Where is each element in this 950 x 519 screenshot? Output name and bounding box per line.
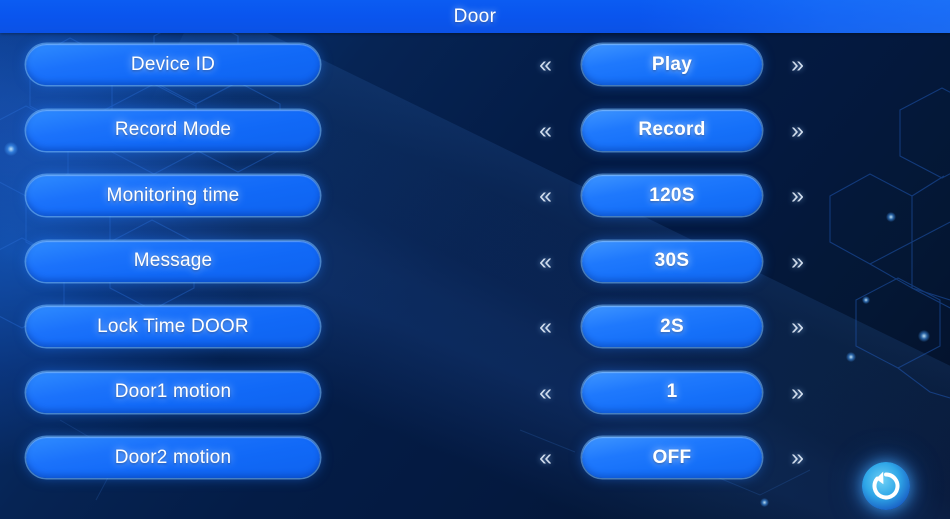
chevron-right-glyph: » (791, 182, 804, 208)
chevron-double-right-icon[interactable]: » (776, 241, 818, 282)
chevron-left-glyph: « (539, 378, 552, 405)
setting-label-text: Door1 motion (114, 381, 232, 402)
settings-row: Monitoring time « 120S » (0, 164, 950, 230)
setting-value-button[interactable]: 1 (582, 371, 762, 413)
setting-value-text: OFF (652, 446, 692, 468)
setting-value-button[interactable]: Play (582, 44, 762, 85)
setting-label-text: Lock Time DOOR (97, 315, 249, 337)
setting-value-button[interactable]: 120S (582, 175, 762, 216)
chevron-double-right-icon[interactable]: » (776, 44, 818, 85)
setting-value-text: 2S (660, 315, 684, 337)
chevron-double-right-icon[interactable]: » (776, 372, 818, 413)
setting-value-text: Play (651, 53, 693, 75)
setting-value-text: 120S (649, 184, 695, 206)
chevron-double-left-icon[interactable]: « (524, 372, 566, 413)
chevron-double-left-icon[interactable]: « (524, 241, 566, 282)
settings-rows: Device ID «Play» Record Mode «Record» Monito… (0, 33, 950, 492)
setting-label-text: Record Mode (114, 119, 232, 140)
chevron-double-right-icon[interactable]: » (776, 306, 818, 347)
setting-value-button[interactable]: 30S (582, 240, 762, 282)
setting-label-text: Monitoring time (106, 184, 240, 206)
settings-row: Door2 motion « OFF » (0, 426, 950, 492)
chevron-double-right-icon[interactable]: » (776, 437, 818, 478)
setting-label-button[interactable]: Device ID (26, 44, 320, 85)
settings-row: Record Mode « Record » (0, 99, 950, 165)
setting-label-button[interactable]: Lock Time DOOR (26, 306, 320, 347)
settings-row: Device ID « Play » (0, 33, 950, 99)
settings-row: Lock Time DOOR « 2S » (0, 295, 950, 361)
setting-label-button[interactable]: Door1 motion (26, 371, 320, 413)
setting-label-text: Device ID (130, 53, 216, 75)
chevron-right-glyph: » (791, 378, 804, 405)
chevron-left-glyph: « (539, 182, 552, 208)
chevron-right-glyph: » (791, 116, 804, 143)
chevron-double-left-icon[interactable]: « (524, 306, 566, 347)
chevron-left-glyph: « (539, 116, 552, 143)
chevron-double-left-icon[interactable]: « (524, 110, 566, 151)
setting-value-button[interactable]: 2S (582, 306, 762, 347)
chevron-left-glyph: « (539, 51, 552, 77)
chevron-left-glyph: « (539, 313, 552, 339)
chevron-double-left-icon[interactable]: « (524, 437, 566, 478)
back-return-arrow-icon (872, 471, 900, 500)
title-bar: Door (0, 0, 950, 33)
back-button[interactable] (862, 462, 910, 510)
settings-row: Door1 motion « 1 » (0, 361, 950, 427)
glow-dot (760, 498, 769, 507)
page-title: Door (453, 6, 497, 27)
chevron-double-right-icon[interactable]: » (776, 110, 818, 151)
door-settings-screen: Door Device ID «Play» Record Mode «Record» M… (0, 0, 950, 519)
setting-label-button[interactable]: Message (26, 240, 320, 282)
chevron-right-glyph: » (791, 313, 804, 339)
setting-value-button[interactable]: Record (582, 109, 762, 151)
chevron-double-left-icon[interactable]: « (524, 44, 566, 85)
chevron-left-glyph: « (539, 247, 552, 274)
setting-label-text: Door2 motion (114, 446, 232, 468)
chevron-right-glyph: » (791, 247, 804, 274)
setting-label-text: Message (133, 250, 213, 271)
setting-label-button[interactable]: Record Mode (26, 109, 320, 151)
chevron-double-right-icon[interactable]: » (776, 175, 818, 216)
setting-value-button[interactable]: OFF (582, 437, 762, 478)
chevron-right-glyph: » (791, 51, 804, 77)
settings-row: Message « 30S » (0, 230, 950, 296)
setting-label-button[interactable]: Door2 motion (26, 437, 320, 478)
setting-value-text: 30S (654, 250, 690, 271)
setting-value-text: Record (638, 119, 706, 140)
chevron-double-left-icon[interactable]: « (524, 175, 566, 216)
chevron-right-glyph: » (791, 444, 804, 470)
setting-value-text: 1 (666, 381, 678, 402)
setting-label-button[interactable]: Monitoring time (26, 175, 320, 216)
chevron-left-glyph: « (539, 444, 552, 470)
